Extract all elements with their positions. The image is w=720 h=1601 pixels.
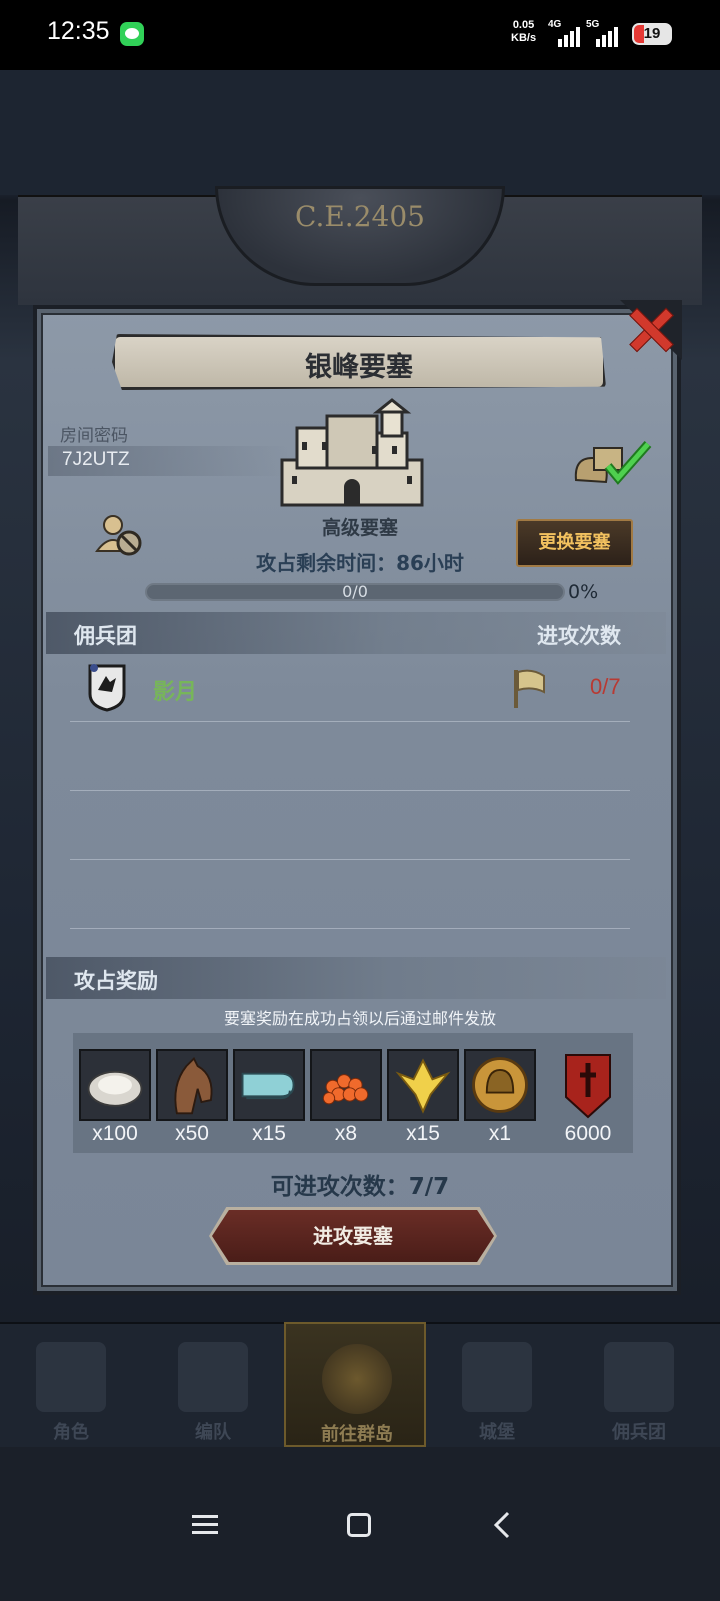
remaining-attacks: 可进攻次数：7/7 xyxy=(270,1174,450,1200)
nav-label: 前往群岛 xyxy=(321,1424,393,1445)
row-divider xyxy=(70,928,630,929)
clock: 12:35 xyxy=(47,17,110,45)
signal-5g-icon: 5G xyxy=(586,19,620,47)
attack-fortress-label: 进攻要塞 xyxy=(313,1224,393,1248)
attack-fortress-button[interactable]: 进攻要塞 xyxy=(212,1210,494,1262)
battery-level: 19 xyxy=(643,25,661,42)
nav-castle[interactable]: 城堡 xyxy=(426,1322,568,1447)
reward-title: 攻占奖励 xyxy=(74,969,158,993)
reward-slot[interactable] xyxy=(310,1049,382,1121)
guild-name[interactable]: 影月 xyxy=(153,674,197,706)
reward-qty: x1 xyxy=(488,1122,512,1145)
reward-slot[interactable] xyxy=(464,1049,536,1121)
nav-label: 角色 xyxy=(53,1422,89,1443)
reward-slot[interactable] xyxy=(79,1049,151,1121)
row-divider xyxy=(70,721,630,722)
helmet-coin-icon xyxy=(472,1057,528,1113)
reward-qty: 6000 xyxy=(564,1122,612,1145)
reward-qty: x8 xyxy=(334,1122,358,1145)
cloth-icon xyxy=(241,1072,295,1100)
nav-formation[interactable]: 编队 xyxy=(142,1322,284,1447)
year-label: C.E.2405 xyxy=(295,200,425,233)
row-divider xyxy=(70,859,630,860)
home-icon[interactable] xyxy=(347,1513,371,1537)
horse-icon xyxy=(174,1056,213,1115)
red-banner-icon xyxy=(565,1054,611,1119)
compass-icon xyxy=(322,1344,392,1414)
back-icon[interactable] xyxy=(492,1510,512,1540)
room-password-label: 房间密码 xyxy=(60,426,128,446)
no-member-icon xyxy=(95,515,142,556)
top-panel xyxy=(0,70,720,195)
status-bar: 12:35 0.05 KB/s 4G 5G 19 xyxy=(0,0,720,70)
progress-text: 0/0 xyxy=(342,582,368,601)
reward-slot[interactable] xyxy=(552,1049,624,1121)
golden-crest-icon xyxy=(395,1058,451,1114)
network-speed-unit: KB/s xyxy=(511,32,537,44)
signal-4g-icon: 4G xyxy=(548,19,582,47)
reward-qty: x15 xyxy=(406,1122,440,1145)
knight-icon xyxy=(36,1342,106,1412)
nav-label: 佣兵团 xyxy=(612,1422,666,1443)
change-fortress-button[interactable]: 更换要塞 xyxy=(516,519,633,567)
nav-label: 城堡 xyxy=(479,1422,515,1443)
guild-attack-count: 0/7 xyxy=(590,674,621,699)
nav-islands[interactable]: 前往群岛 xyxy=(284,1322,426,1447)
network-speed: 0.05 KB/s xyxy=(511,19,536,45)
guild-column-header: 佣兵团 xyxy=(74,624,137,648)
helmet-icon xyxy=(178,1342,248,1412)
reward-slot[interactable] xyxy=(156,1049,228,1121)
castle-icon xyxy=(280,398,424,507)
change-fortress-label: 更换要塞 xyxy=(538,532,611,553)
flag-icon xyxy=(514,669,545,708)
supplies-check-icon xyxy=(574,441,652,485)
guild-nav-icon xyxy=(604,1342,674,1412)
signal-5g-label: 5G xyxy=(586,19,600,30)
reward-qty: x15 xyxy=(252,1122,286,1145)
network-speed-value: 0.05 xyxy=(512,19,535,31)
room-password-value[interactable]: 7J2UTZ xyxy=(62,449,130,471)
battery-icon: 19 xyxy=(632,23,672,45)
guild-emblem-icon[interactable] xyxy=(84,660,128,712)
castle-nav-icon xyxy=(462,1342,532,1412)
dialog-title: 银峰要塞 xyxy=(305,352,413,383)
nav-character[interactable]: 角色 xyxy=(0,1322,142,1447)
nav-label: 编队 xyxy=(195,1422,231,1443)
oyster-icon xyxy=(87,1070,143,1107)
reward-note: 要塞奖励在成功占领以后通过邮件发放 xyxy=(223,1009,496,1028)
close-icon[interactable] xyxy=(624,302,676,354)
roe-icon xyxy=(322,1074,369,1105)
recent-apps-icon[interactable] xyxy=(192,1513,218,1537)
signal-4g-label: 4G xyxy=(548,19,562,30)
nav-guild[interactable]: 佣兵团 xyxy=(568,1322,710,1447)
reward-slot[interactable] xyxy=(387,1049,459,1121)
message-notification-icon xyxy=(120,22,144,46)
reward-qty: x100 xyxy=(92,1122,138,1145)
progress-percent: 0% xyxy=(568,581,599,603)
reward-slot[interactable] xyxy=(233,1049,305,1121)
attack-count-column-header: 进攻次数 xyxy=(537,624,621,648)
row-divider xyxy=(70,790,630,791)
reward-qty: x50 xyxy=(175,1122,209,1145)
